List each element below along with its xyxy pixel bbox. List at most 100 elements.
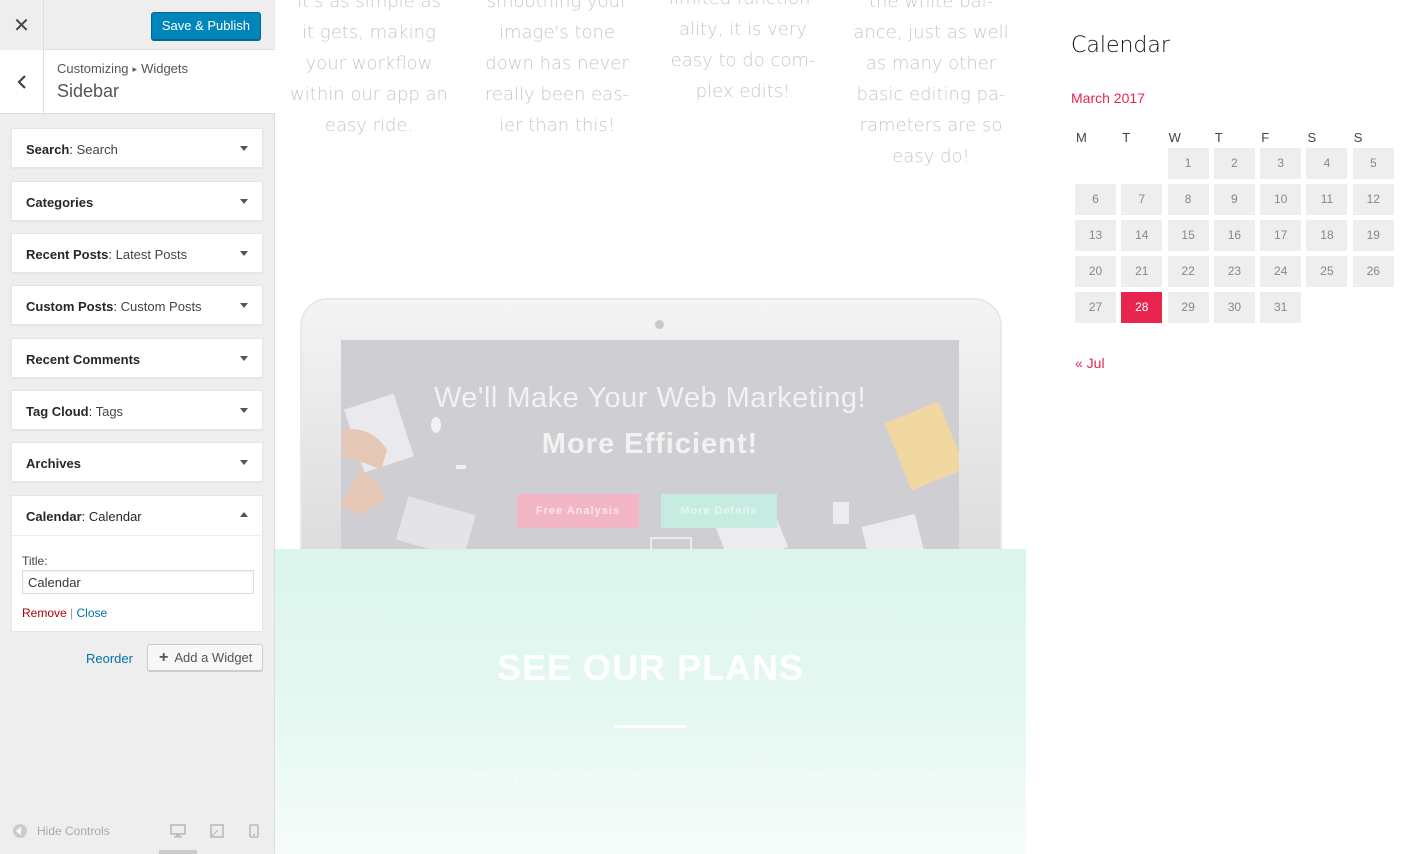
calendar-cell: 12: [1352, 184, 1399, 220]
calendar-day: 5: [1352, 148, 1394, 179]
caret-down-icon[interactable]: [240, 146, 248, 151]
calendar-day: 7: [1121, 184, 1163, 215]
calendar-cell: [1121, 148, 1167, 184]
site-preview: it's as simple as it gets, making your w…: [275, 0, 1419, 854]
calendar-day: 17: [1260, 220, 1302, 251]
calendar-day: 12: [1352, 184, 1394, 215]
customizer-header: ✕ Save & Publish: [0, 0, 275, 50]
calendar-cell: 22: [1167, 256, 1214, 292]
caret-down-icon[interactable]: [240, 356, 248, 361]
widget-type: Recent Comments: [26, 352, 141, 367]
widget-tag-cloud[interactable]: Tag Cloud: Tags: [11, 390, 263, 430]
previous-month-link[interactable]: « Jul: [1075, 355, 1105, 371]
calendar-cell: [1075, 148, 1121, 184]
calendar-day: 31: [1260, 292, 1302, 323]
caret-up-icon[interactable]: [240, 512, 248, 517]
widget-instance: Tags: [95, 404, 124, 419]
reorder-link[interactable]: Reorder: [86, 651, 133, 666]
calendar-widget-title: Calendar: [1071, 33, 1170, 58]
feature-line: as many other: [865, 53, 997, 74]
calendar-day: 13: [1075, 220, 1116, 251]
calendar-cell: 11: [1306, 184, 1352, 220]
close-link[interactable]: Close: [77, 606, 108, 620]
title-input[interactable]: [22, 570, 254, 594]
calendar-day: 1: [1167, 148, 1209, 179]
more-details-button[interactable]: More Details: [661, 494, 777, 528]
calendar-cell: 27: [1075, 292, 1121, 328]
feature-line: ality, it is very: [679, 19, 807, 40]
feature-line: it's as simple as: [297, 0, 441, 12]
add-widget-button[interactable]: + Add a Widget: [147, 644, 263, 671]
calendar-empty-day: [1306, 292, 1347, 323]
calendar-cell: 3: [1260, 148, 1306, 184]
widget-categories[interactable]: Categories: [11, 181, 263, 221]
save-publish-button[interactable]: Save & Publish: [150, 12, 261, 40]
weekday-header: T: [1122, 129, 1131, 145]
close-customizer-button[interactable]: ✕: [0, 0, 44, 50]
plans-title: SEE OUR PLANS: [496, 647, 805, 688]
hide-controls-button[interactable]: Hide Controls: [13, 824, 110, 838]
calendar-day: 25: [1306, 256, 1348, 287]
calendar-cell: 10: [1260, 184, 1306, 220]
feature-line: ance, just as well: [853, 22, 1009, 43]
widget-instance: Latest Posts: [115, 247, 188, 262]
calendar-cell: 18: [1306, 220, 1352, 256]
calendar-body: 1 2 3 4 5 6 7 8 9 10 11 12 13 14 15 16 17 18 19 20 21 22 23 24 2…: [1075, 148, 1399, 328]
caret-down-icon[interactable]: [240, 199, 248, 204]
hero-heading: We'll Make Your Web Marketing!: [433, 382, 867, 414]
widget-type: Tag Cloud: [26, 404, 89, 419]
breadcrumb: Customizing ▸ Widgets: [57, 61, 188, 76]
free-analysis-button[interactable]: Free Analysis: [517, 494, 639, 528]
feature-text: smoothing your image's tone down has nev…: [477, 0, 637, 141]
widget-calendar: Calendar: Calendar Title: Remove | Close: [11, 495, 263, 632]
feature-text: limited function- ality, it is very easy…: [663, 0, 823, 107]
desktop-icon[interactable]: [170, 824, 186, 838]
calendar-cell: 24: [1260, 256, 1306, 292]
widget-search[interactable]: Search: Search: [11, 128, 263, 168]
widget-title: Recent Comments: [26, 352, 140, 367]
calendar-day: 4: [1306, 148, 1348, 179]
calendar-cell: 17: [1260, 220, 1306, 256]
widget-custom-posts[interactable]: Custom Posts: Custom Posts: [11, 285, 263, 325]
remove-link[interactable]: Remove: [22, 606, 67, 620]
caret-down-icon[interactable]: [240, 408, 248, 413]
calendar-cell: 2: [1213, 148, 1260, 184]
calendar-cell: 19: [1352, 220, 1399, 256]
plans-divider: [614, 725, 686, 728]
weekday-header: F: [1261, 129, 1270, 145]
back-button[interactable]: [0, 50, 44, 114]
calendar-empty-day: [1075, 148, 1116, 179]
caret-down-icon[interactable]: [240, 303, 248, 308]
feature-line: down has never: [485, 53, 629, 74]
calendar-week-row: 20 21 22 23 24 25 26: [1075, 256, 1399, 292]
calendar-day: 16: [1213, 220, 1255, 251]
calendar-cell: 28: [1121, 292, 1167, 328]
calendar-day: 26: [1352, 256, 1394, 287]
feature-line: basic editing pa-: [856, 84, 1006, 105]
widget-title: Search: Search: [26, 142, 118, 157]
calendar-day: 22: [1167, 256, 1209, 287]
feature-text: it's as simple as it gets, making your w…: [289, 0, 449, 141]
widget-calendar-header[interactable]: Calendar: Calendar: [12, 496, 262, 536]
feature-line: smoothing your: [486, 0, 628, 12]
plans-text: Our app is one of the most functional ph…: [345, 769, 956, 788]
widget-recent-comments[interactable]: Recent Comments: [11, 338, 263, 378]
widget-type: Categories: [26, 195, 94, 210]
calendar-day: 30: [1213, 292, 1255, 323]
tablet-icon[interactable]: [210, 824, 224, 838]
calendar-week-row: 12345: [1075, 148, 1399, 184]
widget-archives[interactable]: Archives: [11, 442, 263, 482]
title-label: Title:: [22, 554, 48, 568]
widget-recent-posts[interactable]: Recent Posts: Latest Posts: [11, 233, 263, 273]
widget-type: Custom Posts: [26, 299, 114, 314]
widget-title: Archives: [26, 456, 81, 471]
calendar-cell: 30: [1213, 292, 1260, 328]
mobile-icon[interactable]: [249, 824, 259, 838]
calendar-day: 10: [1260, 184, 1302, 215]
caret-down-icon[interactable]: [240, 251, 248, 256]
caret-down-icon[interactable]: [240, 460, 248, 465]
breadcrumb-arrow-icon: ▸: [132, 64, 138, 74]
widget-title: Custom Posts: Custom Posts: [26, 299, 202, 314]
calendar-week-row: 6 7 8 9 10 11 12: [1075, 184, 1399, 220]
calendar-day: 29: [1167, 292, 1209, 323]
